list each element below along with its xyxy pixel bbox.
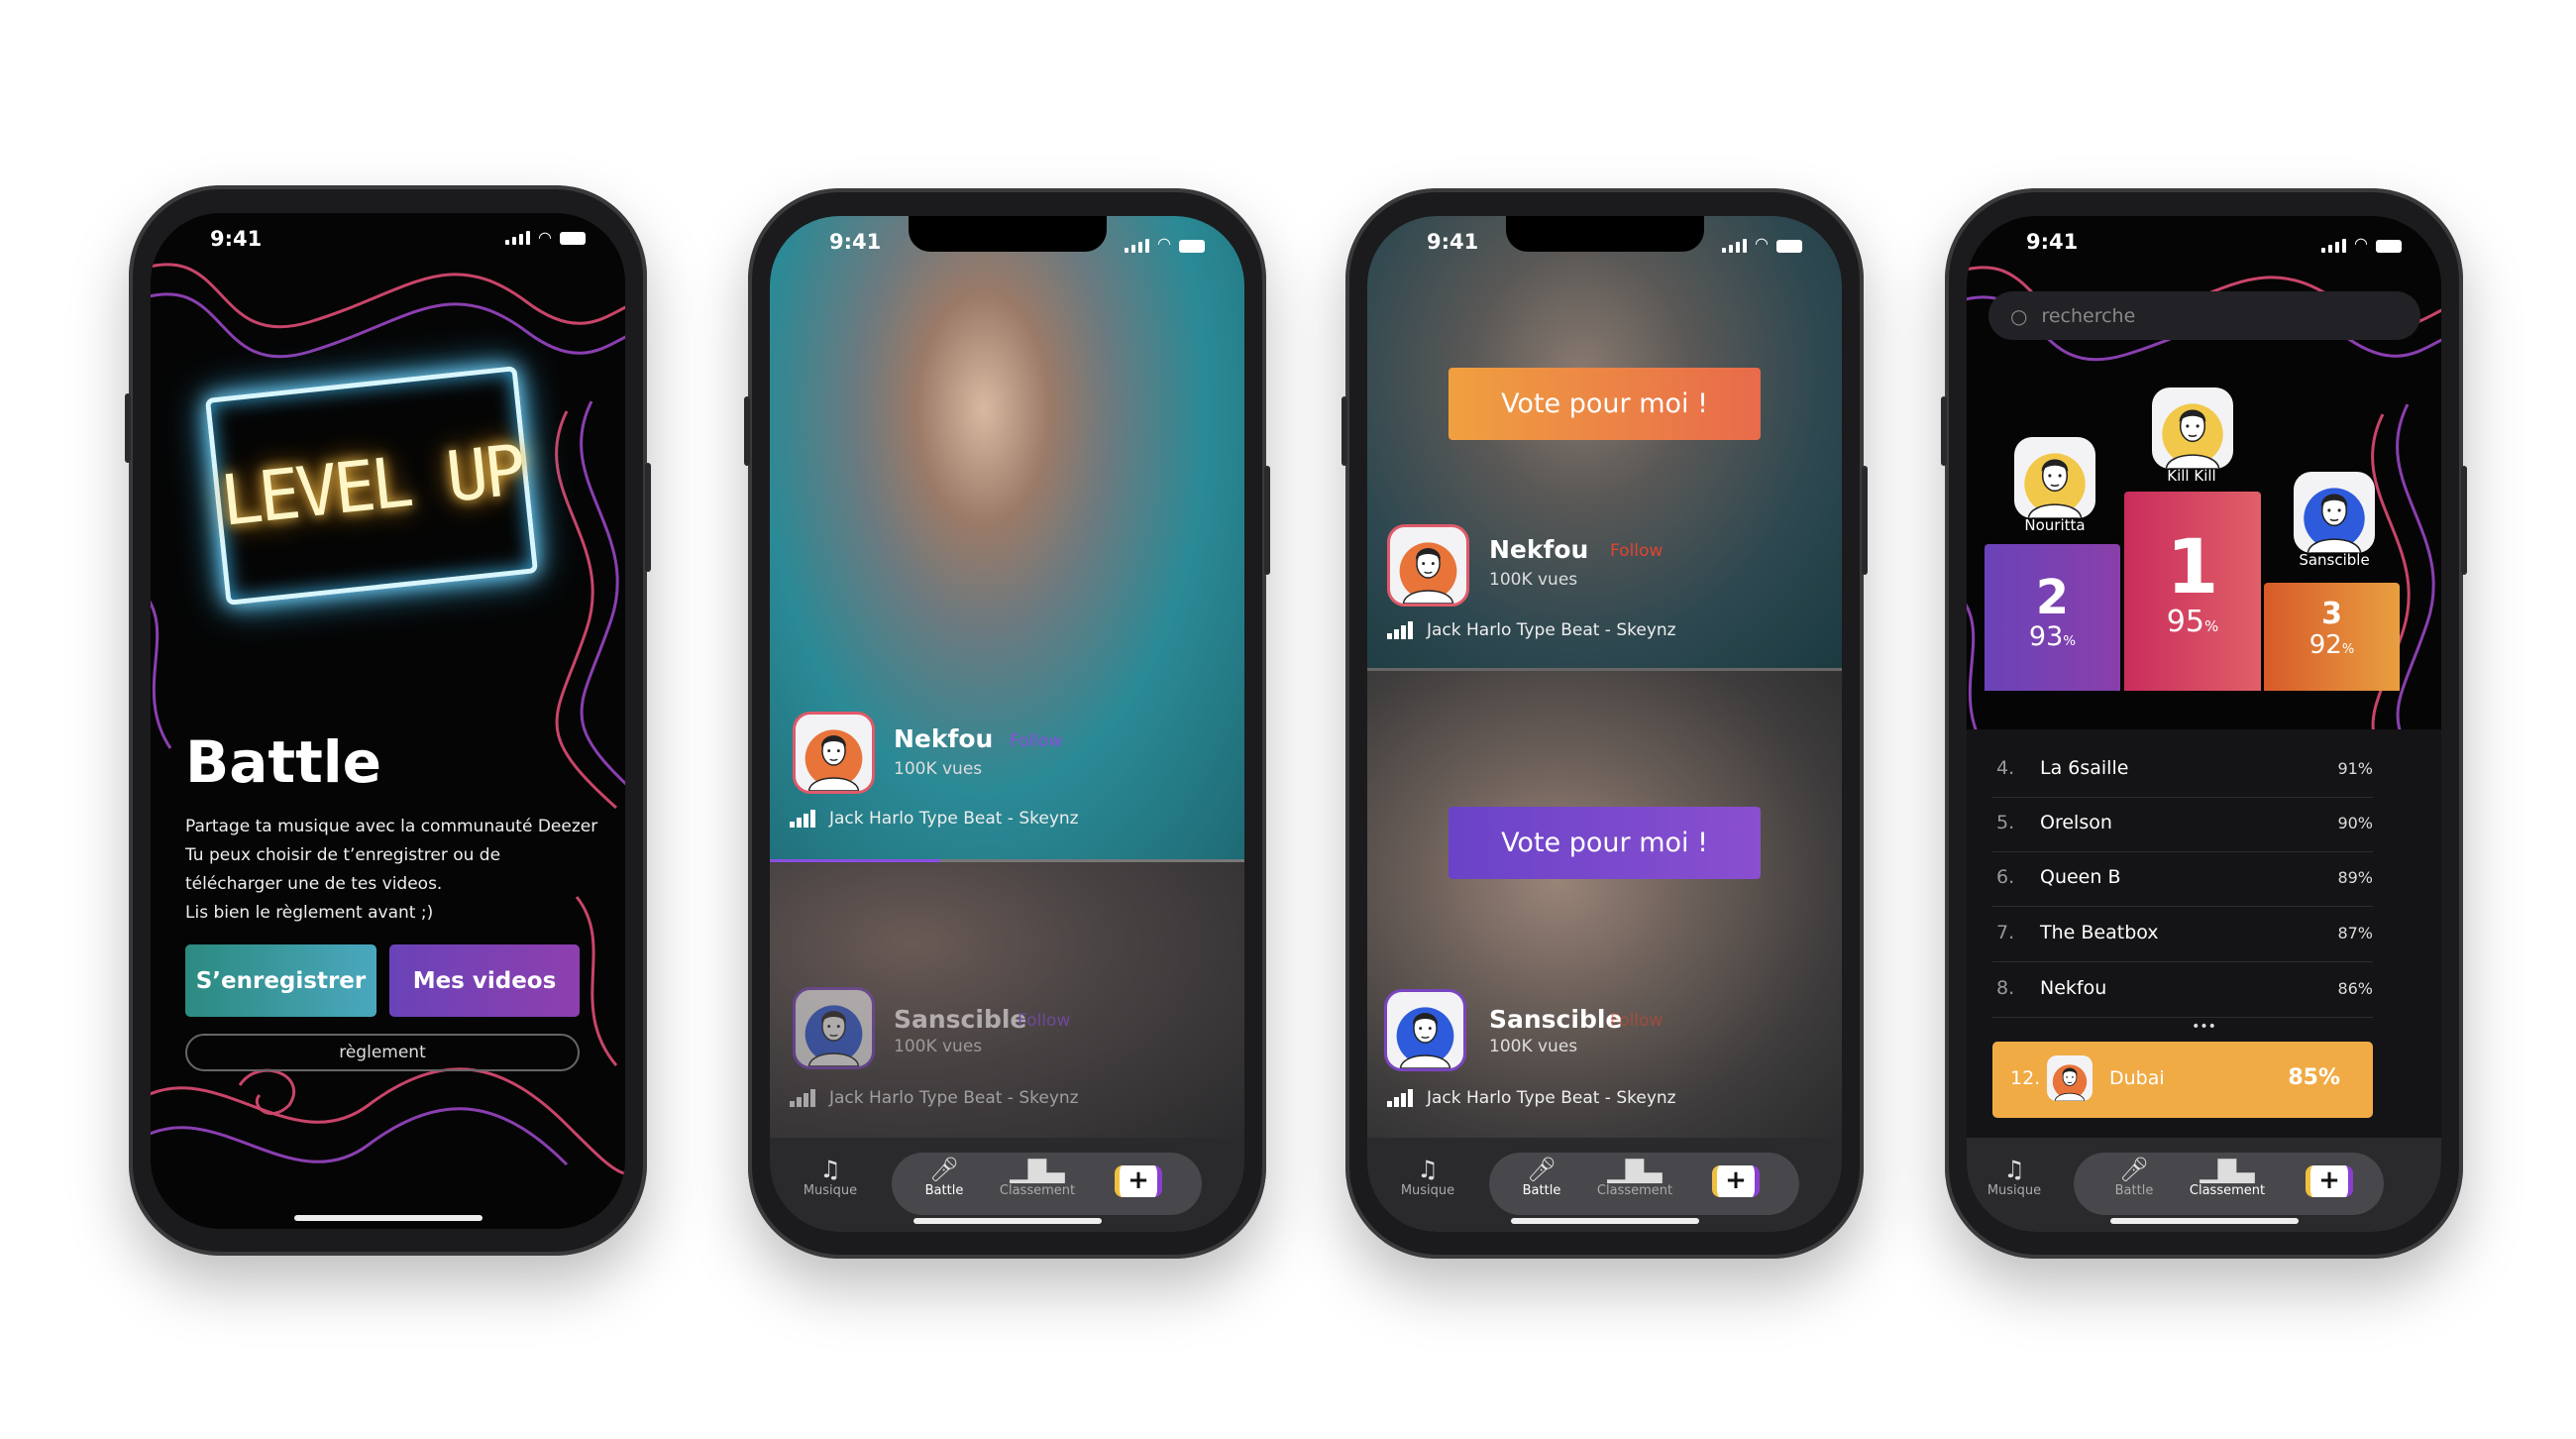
podium-first: 1 95% [2124,492,2261,691]
vote-button-bottom[interactable]: Vote pour moi ! [1449,807,1761,879]
battery-icon [560,232,586,245]
follow-button[interactable]: Follow [1610,541,1663,561]
signal-icon [2321,239,2347,253]
divider [1367,668,1842,671]
avatar-dubai [2047,1055,2093,1101]
view-count: 100K vues [1489,1037,1578,1056]
list-item[interactable]: 6. Queen B 89% [1992,852,2373,907]
search-icon: ○ [2010,303,2028,328]
wifi-icon: ◠ [538,228,552,247]
more-dots[interactable]: ••• [1967,1019,2441,1035]
contour-background [151,213,625,1229]
add-button[interactable]: + [1115,1165,1162,1197]
avatar-nekfou[interactable] [1387,524,1469,607]
podium-third: 3 92% [2264,583,2400,691]
search-input[interactable]: ○ recherche [1988,291,2420,340]
progress-fill [770,859,941,862]
wifi-icon: ◠ [2354,234,2368,253]
list-item[interactable]: 7. The Beatbox 87% [1992,908,2373,962]
phone-intro: 9:41 ◠ LEVEL UP Battle Partage ta musiqu… [125,185,651,1256]
equalizer-icon [790,810,815,828]
podium-icon: ▁▇▃ [1607,1156,1663,1183]
avatar-sanscible[interactable] [793,987,875,1069]
view-count: 100K vues [894,1037,983,1056]
battle-screen: 9:41 ◠ Nekfou Follow 100K vues Jack Harl… [770,216,1244,1232]
nav-music[interactable]: ♫ Musique [1373,1156,1482,1198]
avatar-nekfou[interactable] [793,712,875,794]
home-indicator[interactable] [2110,1218,2299,1224]
podium-name: Kill Kill [2167,467,2216,485]
music-note-icon: ♫ [1417,1156,1439,1183]
wifi-icon: ◠ [1755,234,1769,253]
nav-ranking[interactable]: ▁▇▃ Classement [2173,1156,2282,1198]
vote-screen: 9:41 ◠ Vote pour moi ! Nekfou Follow 100… [1367,216,1842,1232]
progress-track [770,859,1244,862]
avatar-sanscible[interactable] [1384,989,1466,1071]
intro-description: Partage ta musique avec la communauté De… [185,817,598,923]
follow-button[interactable]: Follow [1018,1011,1070,1031]
user-name[interactable]: Sanscible [1489,1005,1622,1034]
song-info[interactable]: Jack Harlo Type Beat - Skeynz [1387,620,1676,640]
vote-button-top[interactable]: Vote pour moi ! [1449,368,1761,440]
battery-icon [1776,240,1802,253]
avatar-nouritta[interactable] [2014,437,2095,518]
user-name[interactable]: Sanscible [894,1005,1026,1034]
add-button[interactable]: + [1712,1165,1760,1197]
ranking-screen: 9:41 ◠ ○ recherche Nouritta Kill Kill San… [1967,216,2441,1232]
view-count: 100K vues [1489,570,1578,590]
nav-ranking[interactable]: ▁▇▃ Classement [1580,1156,1689,1198]
list-item[interactable]: 5. Orelson 90% [1992,798,2373,852]
song-info[interactable]: Jack Harlo Type Beat - Skeynz [790,1088,1079,1108]
music-note-icon: ♫ [819,1156,841,1183]
signal-icon [505,231,531,245]
phone-vote: 9:41 ◠ Vote pour moi ! Nekfou Follow 100… [1342,188,1868,1259]
rules-button[interactable]: règlement [185,1034,580,1071]
record-button[interactable]: S’enregistrer [185,944,376,1017]
view-count: 100K vues [894,759,983,779]
song-info[interactable]: Jack Harlo Type Beat - Skeynz [1387,1088,1676,1108]
signal-icon [1125,239,1150,253]
music-note-icon: ♫ [2003,1156,2025,1183]
home-indicator[interactable] [1511,1218,1699,1224]
list-item[interactable]: 8. Nekfou 86% [1992,963,2373,1018]
status-icons: ◠ [505,228,586,247]
status-time: 9:41 [2026,230,2079,254]
wifi-icon: ◠ [1157,234,1171,253]
avatar-kill-kill[interactable] [2152,387,2233,469]
battery-icon [1179,240,1205,253]
phone-battle: 9:41 ◠ Nekfou Follow 100K vues Jack Harl… [744,188,1270,1259]
podium-name: Sanscible [2299,551,2370,569]
nav-ranking[interactable]: ▁▇▃ Classement [983,1156,1092,1198]
podium-name: Nouritta [2024,516,2086,534]
song-info[interactable]: Jack Harlo Type Beat - Skeynz [790,809,1079,829]
podium-second: 2 93% [1985,544,2120,691]
podium-icon: ▁▇▃ [2200,1156,2255,1183]
my-videos-button[interactable]: Mes videos [389,944,580,1017]
equalizer-icon [790,1089,815,1107]
podium-icon: ▁▇▃ [1010,1156,1065,1183]
level-up-neon-logo: LEVEL UP [204,366,539,606]
follow-button[interactable]: Follow [1610,1011,1663,1031]
phone-ranking: 9:41 ◠ ○ recherche Nouritta Kill Kill San… [1941,188,2467,1259]
follow-button[interactable]: Follow [1010,731,1062,751]
avatar-sanscible[interactable] [2294,472,2375,553]
page-title: Battle [185,728,382,796]
intro-screen: 9:41 ◠ LEVEL UP Battle Partage ta musiqu… [151,213,625,1229]
list-item[interactable]: 4. La 6saille 91% [1992,743,2373,798]
user-name[interactable]: Nekfou [894,724,993,753]
signal-icon [1722,239,1748,253]
home-indicator[interactable] [913,1218,1102,1224]
user-name[interactable]: Nekfou [1489,535,1588,564]
battery-icon [2376,240,2402,253]
home-indicator[interactable] [294,1215,483,1221]
add-button[interactable]: + [2306,1165,2353,1197]
status-time: 9:41 [210,227,263,251]
status-time: 9:41 [829,230,882,254]
my-rank-item[interactable]: 12. Dubai 85% [1992,1042,2373,1118]
nav-music[interactable]: ♫ Musique [1967,1156,2069,1198]
equalizer-icon [1387,621,1413,639]
status-time: 9:41 [1427,230,1479,254]
nav-music[interactable]: ♫ Musique [776,1156,885,1198]
equalizer-icon [1387,1089,1413,1107]
